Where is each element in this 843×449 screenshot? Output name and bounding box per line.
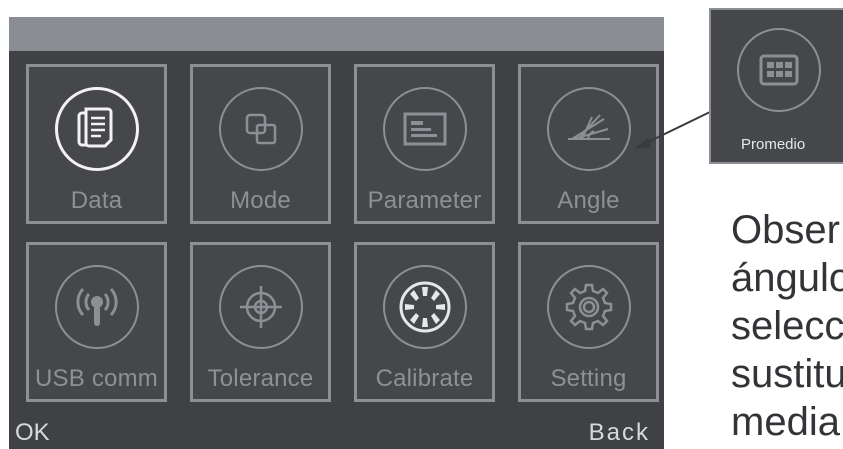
menu-tile-tolerance[interactable]: Tolerance <box>190 242 331 402</box>
caption-line: sustitu <box>731 352 843 396</box>
tile-label: USB comm <box>35 365 158 392</box>
caption-line: selecc <box>731 304 843 348</box>
callout-arrow <box>634 111 711 149</box>
menu-grid: Data Mode Parameter Angle USB comm Toler… <box>26 64 659 414</box>
usb-antenna-icon <box>54 265 139 349</box>
menu-tile-parameter[interactable]: Parameter <box>354 64 495 224</box>
document-stack-icon <box>54 87 139 171</box>
menu-tile-usb-comm[interactable]: USB comm <box>26 242 167 402</box>
menu-tile-mode[interactable]: Mode <box>190 64 331 224</box>
status-bar <box>9 17 664 51</box>
caption-line: Obser <box>731 208 840 252</box>
tile-label: Setting <box>550 365 627 392</box>
grid-display-icon <box>737 28 821 112</box>
tile-label: Tolerance <box>207 365 314 392</box>
ok-softkey[interactable]: OK <box>15 419 50 447</box>
menu-tile-calibrate[interactable]: Calibrate <box>354 242 495 402</box>
calibration-dial-icon <box>382 265 467 349</box>
caption-text: Obser ángulo selecc sustitu media <box>731 206 843 446</box>
gear-icon <box>546 265 631 349</box>
tile-label: Data <box>70 187 123 214</box>
callout-label: Promedio <box>741 136 806 153</box>
overlapping-squares-icon <box>218 87 303 171</box>
tile-label: Angle <box>557 187 620 214</box>
menu-tile-setting[interactable]: Setting <box>518 242 659 402</box>
tile-label: Parameter <box>367 187 482 214</box>
menu-tile-data[interactable]: Data <box>26 64 167 224</box>
crosshair-icon <box>218 265 303 349</box>
device-screen: Data Mode Parameter Angle USB comm Toler… <box>9 17 664 449</box>
caption-line: media <box>731 400 840 444</box>
tile-label: Mode <box>230 187 291 214</box>
back-softkey[interactable]: Back <box>589 419 650 447</box>
promedio-callout: Promedio <box>709 8 843 164</box>
angle-rays-icon <box>546 87 631 171</box>
softkey-bar: OK Back <box>9 419 664 449</box>
caption-line: ángulo <box>731 256 843 300</box>
screen-panel-icon <box>382 87 467 171</box>
tile-label: Calibrate <box>375 365 474 392</box>
